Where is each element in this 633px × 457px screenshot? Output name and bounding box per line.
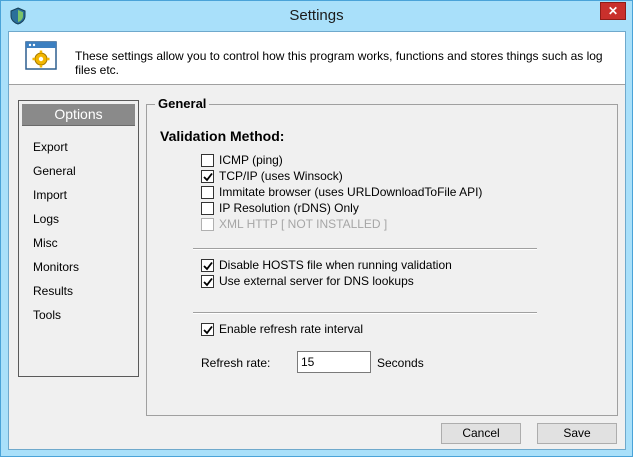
refresh-rate-unit: Seconds [377, 356, 424, 370]
options-panel: Options Export General Import Logs Misc … [18, 100, 139, 377]
close-icon: ✕ [607, 4, 619, 18]
tcpip-label: TCP/IP (uses Winsock) [219, 169, 343, 183]
options-item-monitors[interactable]: Monitors [33, 260, 79, 274]
general-group-title: General [155, 96, 210, 111]
xml-http-label: XML HTTP [ NOT INSTALLED ] [219, 217, 388, 231]
separator [193, 248, 537, 250]
xml-http-checkbox [201, 218, 214, 231]
external-dns-checkbox[interactable] [201, 275, 214, 288]
settings-window-icon [25, 41, 57, 71]
options-item-results[interactable]: Results [33, 284, 73, 298]
ip-resolution-checkbox[interactable] [201, 202, 214, 215]
refresh-interval-checkbox[interactable] [201, 323, 214, 336]
checkmark-icon [203, 172, 213, 182]
checkmark-icon [203, 261, 213, 271]
close-button[interactable]: ✕ [600, 2, 626, 20]
browser-label: Immitate browser (uses URLDownloadToFile… [219, 185, 483, 199]
save-button[interactable]: Save [537, 423, 617, 444]
settings-window: Settings ✕ These settings allow you to c… [0, 0, 633, 457]
options-header: Options [22, 104, 135, 126]
client-area: These settings allow you to control how … [8, 31, 626, 450]
title-bar[interactable]: Settings ✕ [1, 1, 632, 31]
tcpip-checkbox[interactable] [201, 170, 214, 183]
checkmark-icon [203, 325, 213, 335]
options-item-logs[interactable]: Logs [33, 212, 59, 226]
external-dns-label: Use external server for DNS lookups [219, 274, 414, 288]
disable-hosts-checkbox[interactable] [201, 259, 214, 272]
checkmark-icon [203, 277, 213, 287]
options-item-general[interactable]: General [33, 164, 76, 178]
refresh-rate-label: Refresh rate: [201, 356, 271, 370]
window-title: Settings [289, 7, 344, 24]
disable-hosts-label: Disable HOSTS file when running validati… [219, 258, 452, 272]
options-item-misc[interactable]: Misc [33, 236, 58, 250]
validation-method-heading: Validation Method: [160, 128, 285, 144]
refresh-rate-input[interactable] [297, 351, 371, 373]
icmp-checkbox[interactable] [201, 154, 214, 167]
options-item-tools[interactable]: Tools [33, 308, 61, 322]
separator [193, 312, 537, 314]
browser-checkbox[interactable] [201, 186, 214, 199]
info-banner: These settings allow you to control how … [9, 32, 625, 85]
cancel-button[interactable]: Cancel [441, 423, 521, 444]
options-item-export[interactable]: Export [33, 140, 68, 154]
ip-resolution-label: IP Resolution (rDNS) Only [219, 201, 359, 215]
options-item-import[interactable]: Import [33, 188, 67, 202]
refresh-interval-label: Enable refresh rate interval [219, 322, 364, 336]
icmp-label: ICMP (ping) [219, 153, 283, 167]
banner-description: These settings allow you to control how … [75, 49, 603, 77]
